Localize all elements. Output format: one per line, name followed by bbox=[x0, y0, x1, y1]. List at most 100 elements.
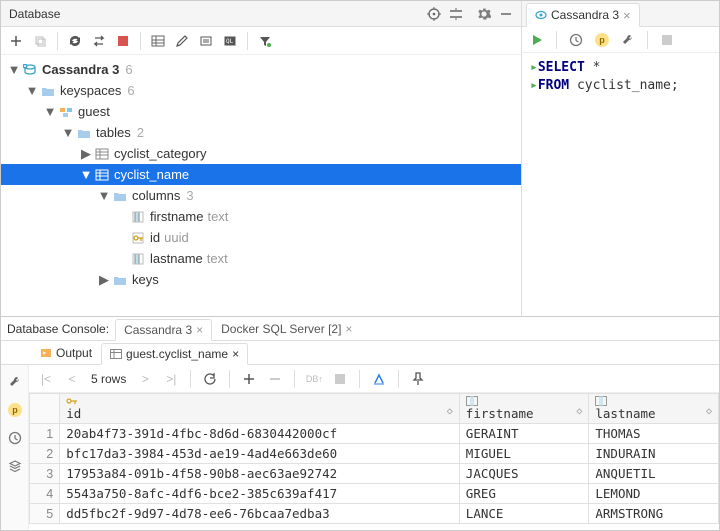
tree-keys-folder[interactable]: ▶ keys bbox=[1, 269, 521, 290]
chevron-right-icon[interactable]: ▶ bbox=[97, 272, 111, 288]
table-row[interactable]: 5dd5fbc2f-9d97-4d78-ee6-76bcaa7edba3LANC… bbox=[30, 504, 719, 524]
column-header-id[interactable]: id◇ bbox=[60, 394, 460, 424]
ddl-icon[interactable] bbox=[195, 30, 217, 52]
cell-firstname[interactable]: GREG bbox=[459, 484, 589, 504]
column-type: uuid bbox=[160, 230, 189, 245]
pin-icon[interactable] bbox=[407, 368, 429, 390]
split-icon[interactable] bbox=[445, 3, 467, 25]
tree-label: lastname bbox=[147, 251, 203, 266]
chevron-down-icon[interactable]: ▼ bbox=[79, 167, 93, 182]
sql-editor[interactable]: ▸SELECT * ▸FROM cyclist_name; bbox=[522, 53, 719, 316]
column-header-firstname[interactable]: firstname◇ bbox=[459, 394, 589, 424]
close-icon[interactable]: × bbox=[623, 8, 631, 23]
gutter-mark-icon: ▸ bbox=[530, 60, 538, 75]
console-icon[interactable]: QL bbox=[219, 30, 241, 52]
database-tree[interactable]: ▼ Cassandra 3 6 ▼ keyspaces 6 ▼ guest bbox=[1, 55, 521, 316]
tree-table-cyclist-name[interactable]: ▼ cyclist_name bbox=[1, 164, 521, 185]
chevron-down-icon[interactable]: ▼ bbox=[61, 125, 75, 140]
pending-badge-icon[interactable]: p bbox=[591, 29, 613, 51]
close-icon[interactable]: × bbox=[196, 323, 203, 337]
cell-lastname[interactable]: THOMAS bbox=[589, 424, 719, 444]
minimize-icon[interactable] bbox=[495, 3, 517, 25]
output-icon bbox=[40, 347, 52, 359]
wrench-icon[interactable] bbox=[617, 29, 639, 51]
tree-column-firstname[interactable]: firstname text bbox=[1, 206, 521, 227]
tree-label: tables bbox=[93, 125, 131, 140]
tab-label: Cassandra 3 bbox=[124, 323, 192, 337]
subtab-output[interactable]: Output bbox=[31, 342, 101, 364]
tree-columns-folder[interactable]: ▼ columns 3 bbox=[1, 185, 521, 206]
datasource-icon bbox=[21, 64, 39, 76]
tree-keyspaces[interactable]: ▼ keyspaces 6 bbox=[1, 80, 521, 101]
add-icon[interactable] bbox=[5, 30, 27, 52]
table-icon bbox=[93, 169, 111, 181]
submit-db-icon: DB↑ bbox=[303, 368, 325, 390]
cell-id[interactable]: 5543a750-8afc-4df6-bce2-385c639af417 bbox=[60, 484, 460, 504]
cell-lastname[interactable]: ANQUETIL bbox=[589, 464, 719, 484]
add-row-icon[interactable] bbox=[238, 368, 260, 390]
pending-badge-icon[interactable]: p bbox=[4, 399, 26, 421]
close-icon[interactable]: × bbox=[345, 322, 352, 336]
tree-table-cyclist-category[interactable]: ▶ cyclist_category bbox=[1, 143, 521, 164]
tree-column-lastname[interactable]: lastname text bbox=[1, 248, 521, 269]
compare-icon[interactable] bbox=[368, 368, 390, 390]
wrench-icon[interactable] bbox=[4, 371, 26, 393]
gear-icon[interactable] bbox=[473, 3, 495, 25]
reload-icon[interactable] bbox=[199, 368, 221, 390]
cell-lastname[interactable]: ARMSTRONG bbox=[589, 504, 719, 524]
cell-firstname[interactable]: LANCE bbox=[459, 504, 589, 524]
history-icon[interactable] bbox=[565, 29, 587, 51]
folder-icon bbox=[75, 127, 93, 139]
chevron-down-icon[interactable]: ▼ bbox=[43, 104, 57, 119]
chevron-right-icon[interactable]: ▶ bbox=[79, 146, 93, 162]
history-icon[interactable] bbox=[4, 427, 26, 449]
app-root: Database QL bbox=[0, 0, 720, 531]
refresh-icon[interactable] bbox=[64, 30, 86, 52]
subtab-result[interactable]: guest.cyclist_name × bbox=[101, 343, 248, 365]
chevron-down-icon[interactable]: ▼ bbox=[7, 62, 21, 77]
cell-lastname[interactable]: INDURAIN bbox=[589, 444, 719, 464]
last-page-icon: >| bbox=[160, 368, 182, 390]
target-icon[interactable] bbox=[423, 3, 445, 25]
column-header-lastname[interactable]: lastname◇ bbox=[589, 394, 719, 424]
cell-firstname[interactable]: JACQUES bbox=[459, 464, 589, 484]
database-tool-window: Database QL bbox=[1, 1, 522, 316]
tree-schema-guest[interactable]: ▼ guest bbox=[1, 101, 521, 122]
row-number: 5 bbox=[30, 504, 60, 524]
editor-tab-cassandra[interactable]: Cassandra 3 × bbox=[526, 3, 640, 27]
stop-icon[interactable] bbox=[112, 30, 134, 52]
table-icon bbox=[93, 148, 111, 160]
table-view-icon[interactable] bbox=[147, 30, 169, 52]
cell-lastname[interactable]: LEMOND bbox=[589, 484, 719, 504]
editor-pane: Cassandra 3 × p ▸SELECT * ▸FROM cyclist_… bbox=[522, 1, 719, 316]
cell-id[interactable]: 17953a84-091b-4f58-90b8-aec63ae92742 bbox=[60, 464, 460, 484]
cell-id[interactable]: dd5fbc2f-9d97-4d78-ee6-76bcaa7edba3 bbox=[60, 504, 460, 524]
cell-id[interactable]: bfc17da3-3984-453d-ae19-4ad4e663de60 bbox=[60, 444, 460, 464]
sync-icon[interactable] bbox=[88, 30, 110, 52]
chevron-down-icon[interactable]: ▼ bbox=[25, 83, 39, 98]
result-grid-scroll[interactable]: id◇firstname◇lastname◇ 120ab4f73-391d-4f… bbox=[29, 393, 719, 530]
filter-icon[interactable] bbox=[254, 30, 276, 52]
close-icon[interactable]: × bbox=[232, 347, 239, 361]
chevron-down-icon[interactable]: ▼ bbox=[97, 188, 111, 203]
table-row[interactable]: 45543a750-8afc-4df6-bce2-385c639af417GRE… bbox=[30, 484, 719, 504]
cell-firstname[interactable]: GERAINT bbox=[459, 424, 589, 444]
tree-label: columns bbox=[129, 188, 180, 203]
cell-id[interactable]: 20ab4f73-391d-4fbc-8d6d-6830442000cf bbox=[60, 424, 460, 444]
layers-icon[interactable] bbox=[4, 455, 26, 477]
edit-icon[interactable] bbox=[171, 30, 193, 52]
tree-tables-folder[interactable]: ▼ tables 2 bbox=[1, 122, 521, 143]
console-tab-docker[interactable]: Docker SQL Server [2] × bbox=[212, 318, 361, 340]
tree-column-id[interactable]: id uuid bbox=[1, 227, 521, 248]
run-icon[interactable] bbox=[526, 29, 548, 51]
duplicate-icon bbox=[29, 30, 51, 52]
console-tab-cassandra[interactable]: Cassandra 3 × bbox=[115, 319, 212, 341]
tree-label: guest bbox=[75, 104, 110, 119]
column-icon bbox=[129, 211, 147, 223]
table-row[interactable]: 2bfc17da3-3984-453d-ae19-4ad4e663de60MIG… bbox=[30, 444, 719, 464]
table-row[interactable]: 317953a84-091b-4f58-90b8-aec63ae92742JAC… bbox=[30, 464, 719, 484]
database-tool-header: Database bbox=[1, 1, 521, 27]
cell-firstname[interactable]: MIGUEL bbox=[459, 444, 589, 464]
tree-datasource[interactable]: ▼ Cassandra 3 6 bbox=[1, 59, 521, 80]
table-row[interactable]: 120ab4f73-391d-4fbc-8d6d-6830442000cfGER… bbox=[30, 424, 719, 444]
